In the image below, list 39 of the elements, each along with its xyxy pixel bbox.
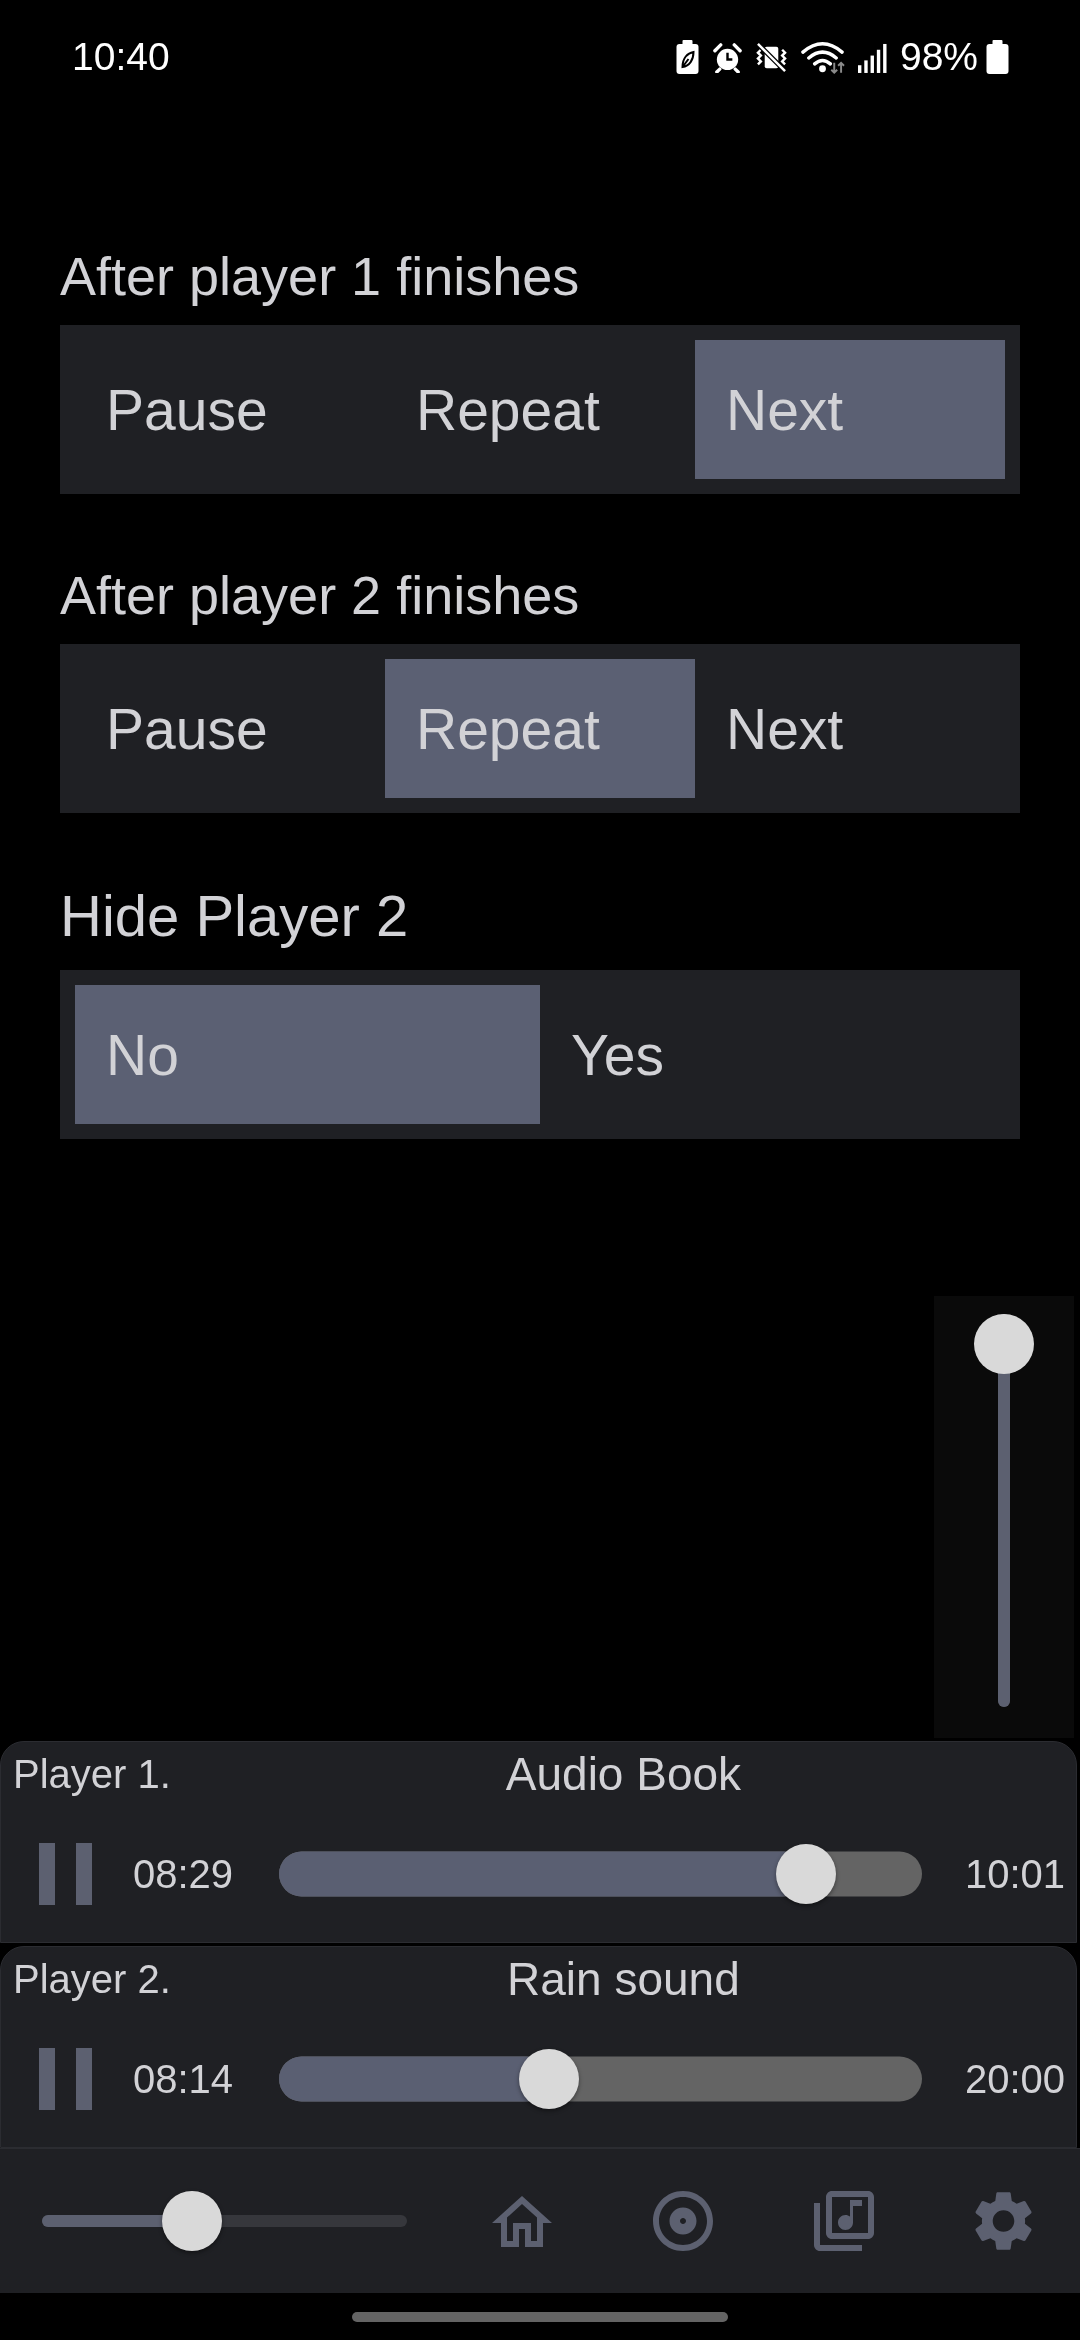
total-time: 20:00	[964, 2056, 1065, 2102]
option-button[interactable]: Repeat	[385, 340, 695, 479]
progress-slider[interactable]	[279, 1844, 922, 1904]
player-name: Player 2.	[13, 1956, 171, 2002]
alarm-clock-icon	[711, 41, 743, 73]
vibrate-off-icon	[755, 41, 787, 73]
setting-label: Hide Player 2	[60, 883, 409, 949]
wifi-icon	[799, 40, 845, 74]
home-icon[interactable]	[492, 2195, 552, 2247]
track-title: Audio Book	[505, 1748, 742, 1800]
slider[interactable]	[42, 2191, 407, 2251]
option-button[interactable]: Pause	[75, 340, 385, 479]
elapsed-time: 08:14	[133, 2056, 234, 2102]
slider-thumb[interactable]	[974, 1314, 1034, 1374]
option-button[interactable]: Next	[695, 340, 1005, 479]
battery-leaf-icon	[675, 40, 699, 74]
pause-icon[interactable]	[39, 2048, 92, 2110]
music-library-icon[interactable]	[814, 2191, 874, 2251]
slider-thumb[interactable]	[776, 1844, 837, 1904]
option-button[interactable]: Next	[695, 659, 1005, 798]
track-title: Rain sound	[507, 1953, 740, 2005]
pause-icon[interactable]	[39, 1843, 92, 1905]
option-button[interactable]: Repeat	[385, 659, 695, 798]
clock-time: 10:40	[72, 34, 170, 80]
player-name: Player 1.	[13, 1751, 171, 1797]
setting-label: After player 2 finishes	[60, 564, 580, 626]
signal-icon	[857, 41, 887, 73]
option-button[interactable]: Yes	[540, 985, 1005, 1124]
setting-label: After player 1 finishes	[60, 245, 580, 307]
progress-slider[interactable]	[279, 2049, 922, 2109]
battery-percent: 98%	[899, 34, 978, 80]
option-button[interactable]: Pause	[75, 659, 385, 798]
battery-icon	[986, 40, 1009, 74]
option-button[interactable]: No	[75, 985, 540, 1124]
vertical-slider[interactable]	[974, 1314, 1034, 1707]
slider-thumb[interactable]	[519, 2049, 580, 2109]
elapsed-time: 08:29	[133, 1851, 234, 1897]
settings-icon[interactable]	[975, 2191, 1032, 2251]
total-time: 10:01	[964, 1851, 1065, 1897]
